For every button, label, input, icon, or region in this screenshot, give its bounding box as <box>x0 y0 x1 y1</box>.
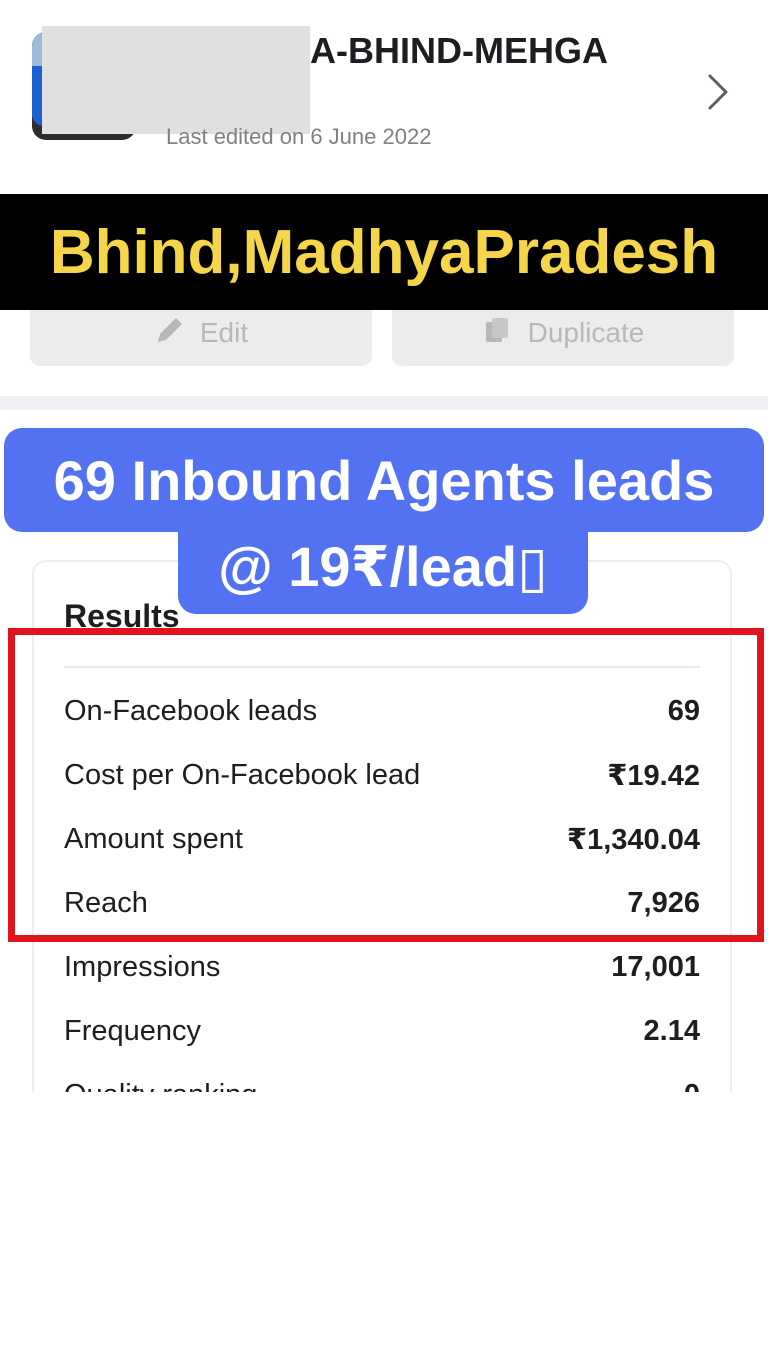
highlight-box <box>8 628 764 942</box>
callout-line2: @ 19₹/lead▯ <box>218 535 548 598</box>
last-edited-text: Last edited on 6 June 2022 <box>166 124 432 149</box>
pencil-icon <box>154 314 186 353</box>
duplicate-label: Duplicate <box>527 317 645 348</box>
metric-label: Impressions <box>64 950 221 983</box>
section-divider <box>0 396 768 410</box>
callout-line1: 69 Inbound Agents leads <box>53 448 715 512</box>
metric-row-frequency: Frequency 2.14 <box>64 1011 700 1051</box>
location-banner: Bhind,MadhyaPradesh <box>0 194 768 310</box>
redacted-overlay <box>42 26 310 134</box>
callout-line2-box: @ 19₹/lead▯ <box>178 520 588 614</box>
metric-label: Frequency <box>64 1014 202 1047</box>
ad-name[interactable]: A-BHIND-MEHGA <box>310 30 608 72</box>
edit-label: Edit <box>199 317 249 348</box>
metric-row-impressions: Impressions 17,001 <box>64 947 700 987</box>
banner-text: Bhind,MadhyaPradesh <box>49 217 719 287</box>
chevron-right-icon[interactable] <box>700 70 740 114</box>
copy-icon <box>482 314 514 353</box>
callout-line1-box: 69 Inbound Agents leads <box>4 428 764 532</box>
metric-value: 17,001 <box>611 950 700 983</box>
metric-value: 2.14 <box>643 1014 700 1047</box>
cutoff-area <box>0 1092 768 1348</box>
